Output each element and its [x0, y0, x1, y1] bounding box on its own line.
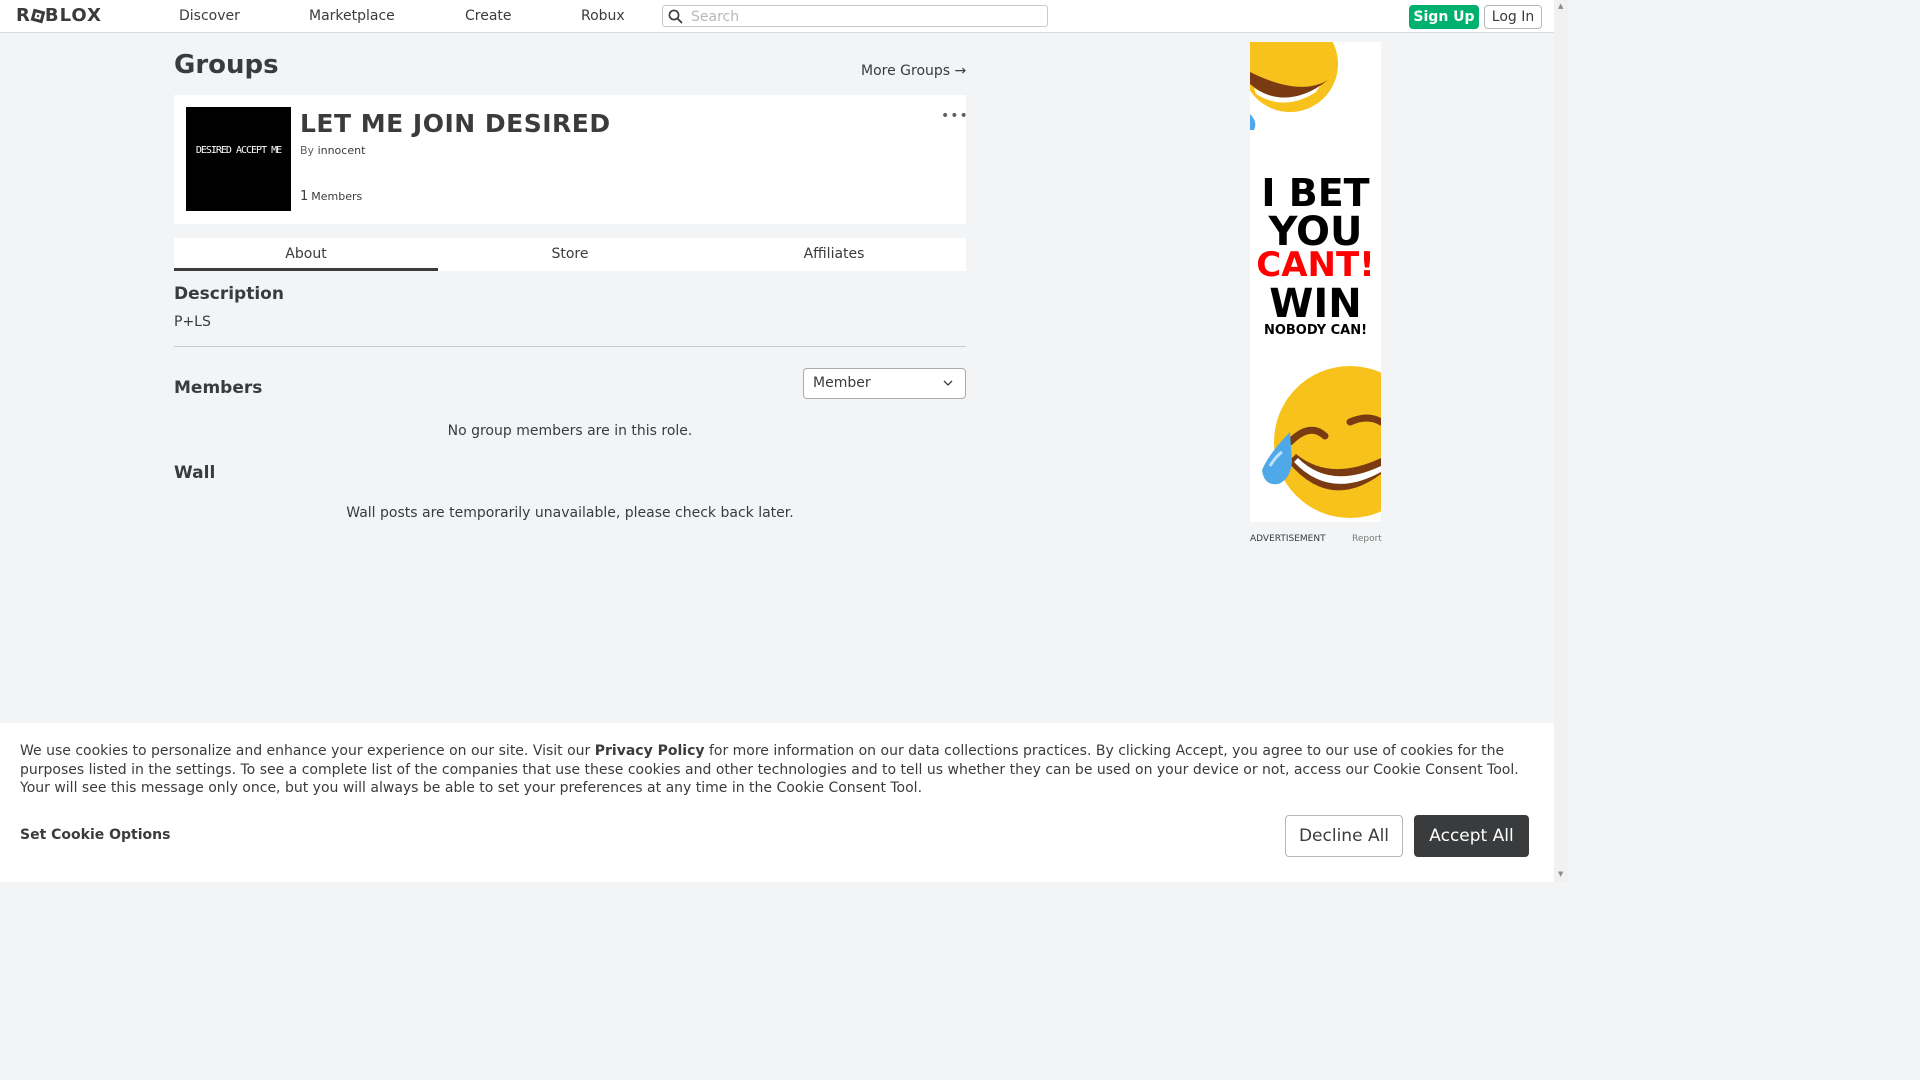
accept-all-button[interactable]: Accept All: [1414, 815, 1529, 857]
laughing-emoji-top: [1250, 42, 1338, 130]
tab-about[interactable]: About: [174, 238, 438, 271]
cookie-consent-banner: We use cookies to personalize and enhanc…: [0, 723, 1554, 882]
ad-text-line3: CANT!: [1256, 245, 1375, 285]
owner-link[interactable]: innocent: [318, 144, 366, 157]
cookie-text-before: We use cookies to personalize and enhanc…: [20, 743, 595, 759]
ad-text-line5: NOBODY CAN!: [1263, 323, 1368, 338]
nav-robux[interactable]: Robux: [581, 8, 625, 24]
cookie-message: We use cookies to personalize and enhanc…: [20, 742, 1540, 798]
group-name: LET ME JOIN DESIRED: [300, 109, 611, 138]
roblox-logo[interactable]: R BLOX: [16, 5, 102, 26]
role-select-dropdown[interactable]: Member: [803, 368, 966, 399]
owner-by-label: By: [300, 144, 315, 157]
scroll-down-icon[interactable]: ▼: [1558, 870, 1563, 878]
group-owner: By innocent: [300, 144, 365, 157]
ad-report-link[interactable]: Report: [1352, 534, 1382, 544]
advertisement-banner[interactable]: I BET YOU CANT! WIN NOBODY CAN!: [1250, 42, 1381, 522]
wall-title: Wall: [174, 463, 216, 483]
group-member-count: 1 Members: [300, 189, 362, 204]
privacy-policy-link[interactable]: Privacy Policy: [595, 743, 705, 759]
tab-store[interactable]: Store: [438, 238, 702, 271]
nav-marketplace[interactable]: Marketplace: [309, 8, 395, 24]
members-title: Members: [174, 378, 263, 398]
group-emblem-text: DESIRED ACCEPT ME: [195, 145, 282, 156]
scroll-up-icon[interactable]: ▲: [1558, 2, 1563, 10]
member-count-label: Members: [311, 190, 363, 203]
members-empty-message: No group members are in this role.: [447, 423, 693, 439]
nav-create[interactable]: Create: [465, 8, 512, 24]
wall-unavailable-message: Wall posts are temporarily unavailable, …: [346, 505, 794, 521]
group-emblem: DESIRED ACCEPT ME: [186, 107, 291, 211]
log-in-button[interactable]: Log In: [1484, 5, 1542, 29]
chevron-down-icon: [943, 380, 953, 386]
description-title: Description: [174, 284, 284, 304]
ad-text-line4: WIN: [1269, 281, 1362, 327]
laughing-emoji-bottom: [1262, 366, 1381, 518]
tab-affiliates[interactable]: Affiliates: [702, 238, 966, 271]
nav-discover[interactable]: Discover: [179, 8, 240, 24]
more-options-icon[interactable]: •••: [941, 108, 969, 124]
search-input[interactable]: [689, 7, 1043, 27]
role-select-value: Member: [813, 375, 871, 391]
set-cookie-options-link[interactable]: Set Cookie Options: [20, 827, 170, 843]
advertisement-label: ADVERTISEMENT: [1250, 534, 1326, 544]
decline-all-button[interactable]: Decline All: [1285, 815, 1403, 857]
page-title: Groups: [174, 50, 279, 80]
page-scrollbar[interactable]: ▲ ▼: [1554, 0, 1568, 882]
search-box[interactable]: [662, 5, 1048, 27]
search-icon[interactable]: [668, 9, 683, 24]
group-tabs: About Store Affiliates: [174, 238, 966, 271]
description-text: P+LS: [174, 314, 211, 330]
member-count-value: 1: [300, 189, 309, 204]
section-divider: [174, 346, 966, 347]
more-groups-link[interactable]: More Groups →: [861, 63, 966, 79]
sign-up-button[interactable]: Sign Up: [1409, 5, 1479, 29]
group-header-card: DESIRED ACCEPT ME LET ME JOIN DESIRED By…: [174, 95, 969, 224]
top-navigation-bar: R BLOX Discover Marketplace Create Robux …: [0, 0, 1554, 33]
ad-text-line1: I BET: [1261, 171, 1370, 215]
